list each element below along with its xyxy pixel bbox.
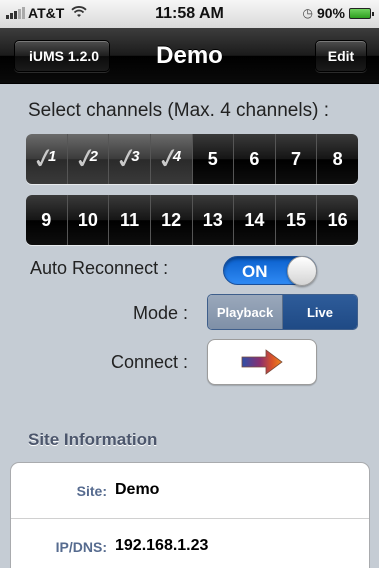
channel-11-button[interactable]: 11 xyxy=(109,195,151,245)
alarm-icon: ◷ xyxy=(302,6,313,20)
site-key-label: Site: xyxy=(76,483,107,499)
site-info-row-site: Site: Demo xyxy=(11,463,369,519)
arrow-right-icon xyxy=(241,349,283,375)
channel-label: 4 xyxy=(172,148,182,165)
channel-8-button[interactable]: 8 xyxy=(317,134,358,184)
navigation-bar: iUMS 1.2.0 Demo Edit xyxy=(0,28,379,84)
channel-15-button[interactable]: 15 xyxy=(275,195,318,245)
site-info-row-ip: IP/DNS: 192.168.1.23 xyxy=(11,519,369,568)
channel-14-button[interactable]: 14 xyxy=(234,195,276,245)
mode-label: Mode : xyxy=(132,303,188,323)
channel-13-button[interactable]: 13 xyxy=(192,195,235,245)
channels-label: Select channels (Max. 4 channels) : xyxy=(28,100,329,121)
channel-7-button[interactable]: 7 xyxy=(275,134,318,184)
channel-row-2: 9 10 11 12 13 14 15 16 xyxy=(26,195,358,245)
channel-16-button[interactable]: 16 xyxy=(317,195,358,245)
ip-key-label: IP/DNS: xyxy=(55,539,107,555)
connect-label: Connect : xyxy=(110,352,188,372)
channel-9-button[interactable]: 9 xyxy=(26,195,68,245)
edit-button[interactable]: Edit xyxy=(315,40,367,72)
auto-reconnect-toggle[interactable]: ON xyxy=(223,256,317,286)
ip-value: 192.168.1.23 xyxy=(115,537,209,554)
channel-row-1: ✓ 1 ✓ 2 ✓ 3 ✓ 4 5 6 7 8 xyxy=(26,134,358,184)
channel-3-button[interactable]: ✓ 3 xyxy=(109,134,151,184)
channel-12-button[interactable]: 12 xyxy=(150,195,193,245)
battery-icon xyxy=(349,7,374,19)
auto-reconnect-label: Auto Reconnect : xyxy=(30,258,169,278)
channel-5-button[interactable]: 5 xyxy=(192,134,235,184)
mode-live-segment[interactable]: Live xyxy=(283,295,357,329)
channel-6-button[interactable]: 6 xyxy=(234,134,276,184)
channel-label: 3 xyxy=(131,148,140,165)
status-bar: AT&T 11:58 AM ◷ 90% xyxy=(0,0,379,28)
site-info-group: Site: Demo IP/DNS: 192.168.1.23 xyxy=(10,462,370,568)
channel-label: 1 xyxy=(48,148,57,165)
toggle-knob[interactable] xyxy=(287,256,317,286)
site-info-header: Site Information xyxy=(28,430,158,449)
channel-4-button[interactable]: ✓ 4 xyxy=(150,134,193,184)
mode-playback-segment[interactable]: Playback xyxy=(208,295,283,329)
status-right: ◷ 90% xyxy=(302,5,374,21)
mode-segmented-control: Playback Live xyxy=(207,294,358,330)
channel-label: 2 xyxy=(89,148,98,165)
site-value: Demo xyxy=(115,481,160,498)
channel-10-button[interactable]: 10 xyxy=(67,195,110,245)
channel-2-button[interactable]: ✓ 2 xyxy=(67,134,110,184)
battery-percent: 90% xyxy=(316,5,345,21)
connect-button[interactable] xyxy=(207,339,317,385)
toggle-state-label: ON xyxy=(242,262,268,281)
channel-1-button[interactable]: ✓ 1 xyxy=(26,134,68,184)
